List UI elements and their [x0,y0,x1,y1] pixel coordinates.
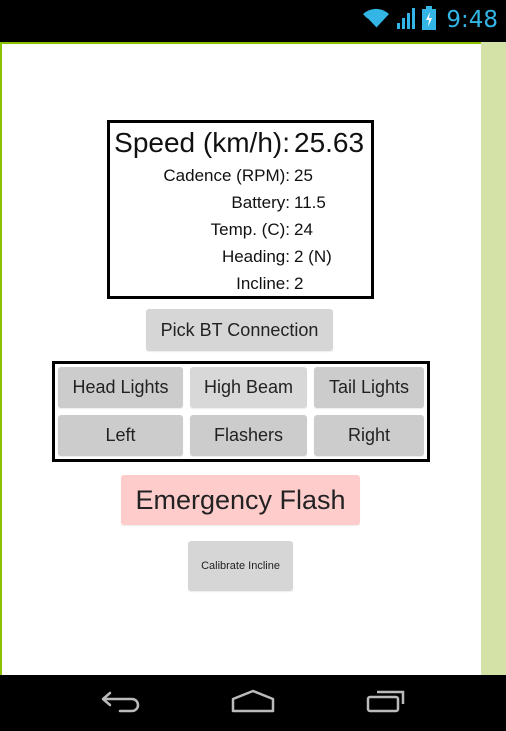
head-lights-button[interactable]: Head Lights [58,367,183,408]
cadence-row: Cadence (RPM): 25 [110,166,371,188]
wifi-icon [362,7,390,34]
top-edge [0,42,506,44]
temperature-label: Temp. (C): [210,220,290,239]
status-bar: 9:48 [0,0,506,42]
battery-label: Battery: [231,193,290,212]
cadence-value: 25 [294,166,313,185]
left-turn-button[interactable]: Left [58,415,183,456]
temperature-row: Temp. (C): 24 [110,220,371,242]
status-time: 9:48 [446,7,498,33]
back-icon [100,689,144,718]
pick-bt-connection-button[interactable]: Pick BT Connection [146,309,333,351]
heading-value: 2 (N) [294,247,332,266]
app-screen: Speed (km/h): 25.63 Cadence (RPM): 25 Ba… [0,42,506,675]
heading-label: Heading: [221,247,290,266]
lights-controls-panel: Head Lights High Beam Tail Lights Left F… [52,361,430,462]
tail-lights-button[interactable]: Tail Lights [314,367,424,408]
recent-apps-icon [365,688,409,719]
speed-value: 25.63 [294,127,365,158]
high-beam-button[interactable]: High Beam [190,367,307,408]
left-edge [0,42,2,675]
recent-apps-button[interactable] [347,683,427,723]
temperature-value: 24 [294,220,313,239]
navigation-bar [0,675,506,731]
speed-label: Speed (km/h): [114,127,290,158]
right-turn-button[interactable]: Right [314,415,424,456]
home-icon [230,689,276,718]
back-button[interactable] [82,683,162,723]
incline-row: Incline: 2 [110,274,371,296]
incline-label: Incline: [236,274,290,293]
status-icons: 9:48 [362,4,498,36]
home-button[interactable] [213,683,293,723]
heading-row: Heading: 2 (N) [110,247,371,269]
side-strip [481,42,506,675]
battery-value: 11.5 [294,193,326,212]
speed-row: Speed (km/h): 25.63 [110,127,371,159]
readings-panel: Speed (km/h): 25.63 Cadence (RPM): 25 Ba… [107,120,374,299]
calibrate-incline-button[interactable]: Calibrate Incline [188,541,293,591]
incline-value: 2 [294,274,304,293]
cell-signal-icon [396,7,416,34]
battery-charging-icon [422,5,437,35]
cadence-label: Cadence (RPM): [163,166,290,185]
emergency-flash-button[interactable]: Emergency Flash [121,475,360,525]
battery-row: Battery: 11.5 [110,193,371,215]
flashers-button[interactable]: Flashers [190,415,307,456]
